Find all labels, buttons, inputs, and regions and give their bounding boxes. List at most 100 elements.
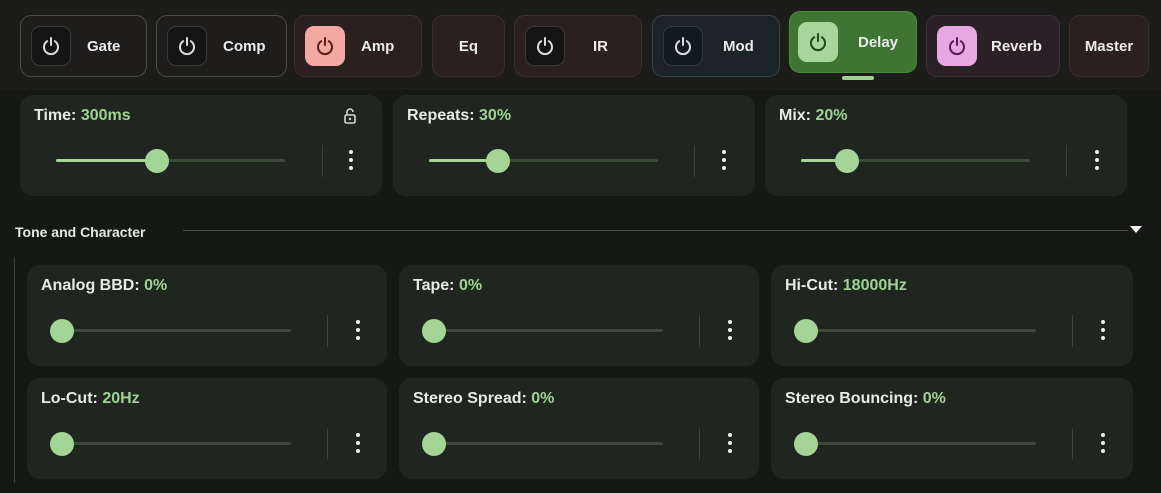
param-slider[interactable] xyxy=(56,149,285,173)
power-icon xyxy=(810,33,826,51)
caret-down-icon[interactable] xyxy=(1130,226,1142,233)
param-label: Mix: 20% xyxy=(779,107,848,124)
param-card-stereo-bouncing: Stereo Bouncing: 0% xyxy=(771,378,1133,479)
tab-delay[interactable]: Delay xyxy=(789,11,917,73)
param-card-analog-bbd: Analog BBD: 0% xyxy=(27,265,387,366)
param-value: 0% xyxy=(922,390,946,407)
gate-power-button[interactable] xyxy=(31,26,71,66)
param-slider[interactable] xyxy=(422,432,663,456)
power-icon xyxy=(43,37,59,55)
more-options-icon[interactable] xyxy=(354,320,362,342)
lock-open-icon[interactable] xyxy=(343,107,357,125)
param-value: 18000Hz xyxy=(842,277,907,294)
tab-ir-label: IR xyxy=(593,37,608,55)
param-label: Lo-Cut: 20Hz xyxy=(41,390,140,407)
divider xyxy=(699,428,700,460)
more-options-icon[interactable] xyxy=(726,433,734,455)
more-options-icon[interactable] xyxy=(1099,320,1107,342)
amp-power-button[interactable] xyxy=(305,26,345,66)
slider-fill xyxy=(56,159,157,162)
param-slider[interactable] xyxy=(801,149,1030,173)
param-card-lo-cut: Lo-Cut: 20Hz xyxy=(27,378,387,479)
section-rail xyxy=(14,257,15,483)
tab-delay-label: Delay xyxy=(858,33,899,51)
param-slider[interactable] xyxy=(422,319,663,343)
active-tab-indicator xyxy=(842,76,874,80)
divider xyxy=(1072,428,1073,460)
power-icon xyxy=(179,37,195,55)
section-title: Tone and Character xyxy=(15,224,146,240)
tab-master[interactable]: Master xyxy=(1069,15,1149,77)
more-options-icon[interactable] xyxy=(354,433,362,455)
param-label: Analog BBD: 0% xyxy=(41,277,168,294)
slider-thumb[interactable] xyxy=(50,319,74,343)
delay-power-button[interactable] xyxy=(798,22,838,62)
slider-thumb[interactable] xyxy=(422,319,446,343)
param-value: 0% xyxy=(144,277,168,294)
divider xyxy=(327,428,328,460)
ir-power-button[interactable] xyxy=(525,26,565,66)
tab-amp[interactable]: Amp xyxy=(294,15,422,77)
slider-thumb[interactable] xyxy=(50,432,74,456)
tab-gate[interactable]: Gate xyxy=(20,15,147,77)
more-options-icon[interactable] xyxy=(720,150,728,172)
param-card-mix: Mix: 20% xyxy=(765,95,1127,196)
divider xyxy=(1066,145,1067,177)
more-options-icon[interactable] xyxy=(1099,433,1107,455)
param-card-tape: Tape: 0% xyxy=(399,265,759,366)
divider xyxy=(327,315,328,347)
tab-gate-label: Gate xyxy=(87,37,121,55)
comp-power-button[interactable] xyxy=(167,26,207,66)
param-label: Tape: 0% xyxy=(413,277,483,294)
divider xyxy=(699,315,700,347)
param-label: Time: 300ms xyxy=(34,107,131,124)
tab-reverb[interactable]: Reverb xyxy=(926,15,1060,77)
tab-eq-label: Eq xyxy=(458,37,479,55)
module-tab-bar: Gate Comp Amp Eq IR Mod Delay Reverb Mas… xyxy=(0,0,1161,90)
tab-comp[interactable]: Comp xyxy=(156,15,287,77)
divider xyxy=(322,145,323,177)
section-divider xyxy=(183,230,1128,231)
tab-master-label: Master xyxy=(1084,37,1134,55)
slider-thumb[interactable] xyxy=(485,149,510,173)
tab-reverb-label: Reverb xyxy=(991,37,1042,55)
param-value: 0% xyxy=(458,277,483,294)
slider-thumb[interactable] xyxy=(794,432,818,456)
param-label: Hi-Cut: 18000Hz xyxy=(785,277,907,294)
param-slider[interactable] xyxy=(429,149,658,173)
slider-thumb[interactable] xyxy=(144,149,169,173)
reverb-power-button[interactable] xyxy=(937,26,977,66)
mod-power-button[interactable] xyxy=(663,26,703,66)
tab-mod-label: Mod xyxy=(723,37,754,55)
tab-eq[interactable]: Eq xyxy=(432,15,505,77)
param-value: 0% xyxy=(531,390,555,407)
param-slider[interactable] xyxy=(794,319,1036,343)
tab-ir[interactable]: IR xyxy=(514,15,642,77)
tab-comp-label: Comp xyxy=(223,37,266,55)
param-value: 20% xyxy=(815,107,848,124)
param-card-stereo-spread: Stereo Spread: 0% xyxy=(399,378,759,479)
param-value: 30% xyxy=(479,107,512,124)
more-options-icon[interactable] xyxy=(347,150,355,172)
param-value: 20Hz xyxy=(102,390,140,407)
power-icon xyxy=(675,37,691,55)
param-slider[interactable] xyxy=(50,319,291,343)
param-slider[interactable] xyxy=(50,432,291,456)
param-slider[interactable] xyxy=(794,432,1036,456)
slider-thumb[interactable] xyxy=(794,319,818,343)
divider xyxy=(694,145,695,177)
power-icon xyxy=(317,37,333,55)
more-options-icon[interactable] xyxy=(1093,150,1101,172)
slider-thumb[interactable] xyxy=(834,149,859,173)
more-options-icon[interactable] xyxy=(726,320,734,342)
param-card-time: Time: 300ms xyxy=(20,95,382,196)
param-card-repeats: Repeats: 30% xyxy=(393,95,755,196)
param-value: 300ms xyxy=(80,107,131,124)
slider-thumb[interactable] xyxy=(422,432,446,456)
param-card-hi-cut: Hi-Cut: 18000Hz xyxy=(771,265,1133,366)
param-label: Repeats: 30% xyxy=(407,107,512,124)
param-label: Stereo Bouncing: 0% xyxy=(785,390,946,407)
param-label: Stereo Spread: 0% xyxy=(413,390,555,407)
tab-mod[interactable]: Mod xyxy=(652,15,780,77)
divider xyxy=(1072,315,1073,347)
